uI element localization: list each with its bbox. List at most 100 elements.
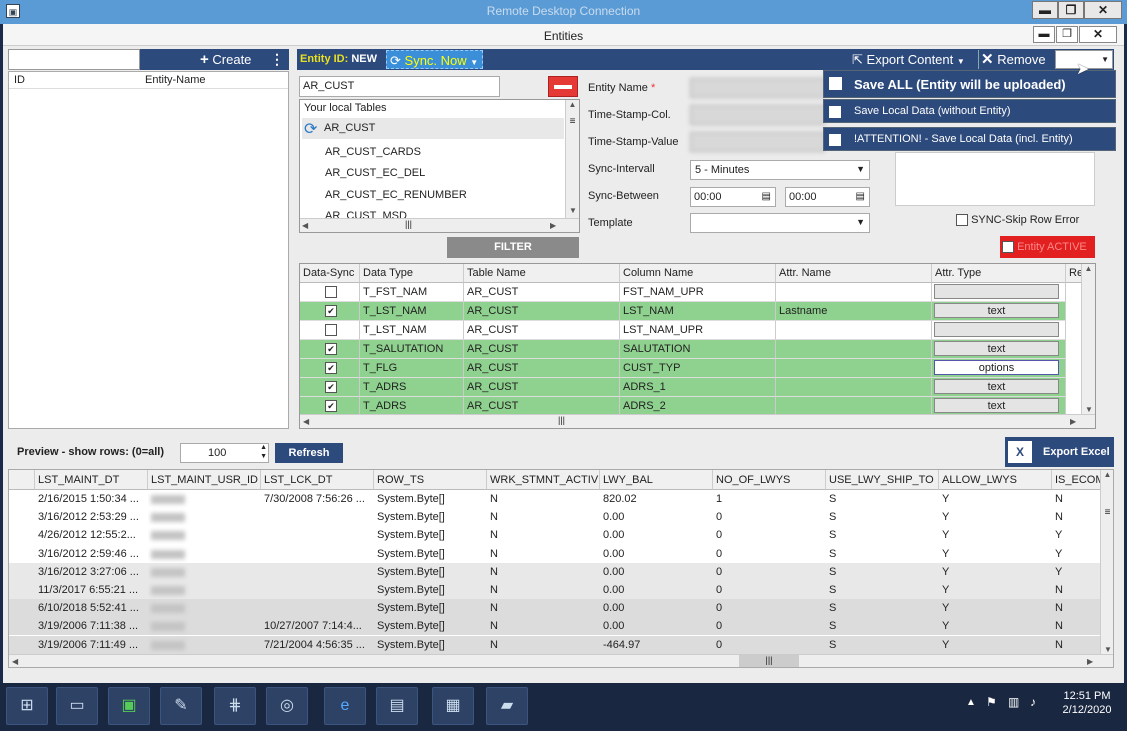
grid-hscroll[interactable]: ◀ ||| ▶ <box>300 414 1095 428</box>
rdp-restore-button[interactable]: ❐ <box>1058 1 1084 19</box>
scroll-up-icon[interactable]: ▲ <box>566 100 579 112</box>
checkbox[interactable] <box>956 214 968 227</box>
col-id[interactable]: ID <box>14 74 25 86</box>
data-sync-checkbox[interactable]: ✔ <box>325 381 337 394</box>
network-icon[interactable]: ⋕ <box>214 687 256 725</box>
tools-icon[interactable]: ✎ <box>160 687 202 725</box>
preview-cell[interactable]: Y <box>939 581 1052 599</box>
flag-icon[interactable]: ⚑ <box>986 695 997 709</box>
table-item[interactable]: ⟳ AR_CUST <box>302 118 564 139</box>
preview-cell[interactable]: N <box>487 617 600 636</box>
local-tables-vscroll[interactable]: ▲ ≡ ▼ <box>565 100 579 218</box>
grid-cell-data-type[interactable]: T_SALUTATION <box>360 340 464 359</box>
scroll-down-icon[interactable]: ▼ <box>1082 405 1095 414</box>
preview-col-header[interactable]: WRK_STMNT_ACTIV <box>487 470 600 490</box>
menu-save-all[interactable]: Save ALL (Entity will be uploaded) <box>823 70 1116 98</box>
grid-checkbox-cell[interactable] <box>300 283 360 302</box>
preview-cell[interactable]: System.Byte[] <box>374 508 487 527</box>
clear-search-button[interactable] <box>548 76 578 97</box>
preview-cell[interactable]: S <box>826 562 939 581</box>
export-content-button[interactable]: ⇱ Export Content ▼ <box>852 50 974 69</box>
table-item[interactable]: AR_CUST_EC_DEL <box>325 167 425 179</box>
local-tables-hscroll[interactable]: ◀ ||| ▶ <box>300 218 579 232</box>
grid-cell-attr-type[interactable]: text <box>932 378 1066 397</box>
sync-from-input[interactable]: 00:00 ▤ <box>690 187 776 207</box>
preview-cell[interactable]: N <box>487 599 600 618</box>
grid-cell-table[interactable]: AR_CUST <box>464 283 620 302</box>
preview-rows-input[interactable]: 100 ▲ ▼ <box>180 443 269 463</box>
preview-cell[interactable]: S <box>826 544 939 563</box>
preview-cell[interactable]: Y <box>939 562 1052 581</box>
preview-cell[interactable] <box>261 508 374 527</box>
preview-col-header[interactable]: IS_ECOM <box>1052 470 1102 490</box>
menu-save-local-entity[interactable]: !ATTENTION! - Save Local Data (incl. Ent… <box>823 127 1116 151</box>
preview-col-header[interactable]: USE_LWY_SHIP_TO <box>826 470 939 490</box>
grid-cell-attr-name[interactable]: Lastname <box>776 302 932 321</box>
grid-col-data-sync[interactable]: Data-Sync <box>300 264 360 283</box>
preview-cell[interactable]: 3/16/2012 2:53:29 ... <box>35 508 148 527</box>
preview-cell[interactable]: 7/21/2004 4:56:35 ... <box>261 635 374 654</box>
grid-cell-attr-type[interactable] <box>932 321 1066 340</box>
attr-type-button[interactable]: text <box>934 341 1059 356</box>
preview-cell[interactable]: 0 <box>713 617 826 636</box>
col-entity-name[interactable]: Entity-Name <box>145 74 206 86</box>
network-tray-icon[interactable]: ▥ <box>1008 695 1019 709</box>
attr-type-button[interactable] <box>934 322 1059 337</box>
grid-col-table-name[interactable]: Table Name <box>464 264 620 283</box>
preview-cell[interactable]: N <box>487 508 600 527</box>
preview-cell[interactable]: S <box>826 617 939 636</box>
preview-cell-blurred[interactable] <box>148 635 261 654</box>
grid-cell-table[interactable]: AR_CUST <box>464 340 620 359</box>
sync-to-input[interactable]: 00:00 ▤ <box>785 187 870 207</box>
preview-cell[interactable]: 2/16/2015 1:50:34 ... <box>35 490 148 508</box>
preview-col-header[interactable]: LWY_BAL <box>600 470 713 490</box>
preview-row-gutter[interactable] <box>9 562 35 581</box>
preview-cell[interactable] <box>261 526 374 545</box>
window-maximize-button[interactable]: ❐ <box>1056 26 1078 43</box>
preview-cell[interactable] <box>261 599 374 618</box>
grid-cell-attr-type[interactable]: options <box>932 359 1066 378</box>
preview-cell[interactable]: 1 <box>713 490 826 508</box>
entity-name-input[interactable] <box>690 78 825 98</box>
data-sync-checkbox[interactable]: ✔ <box>325 400 337 413</box>
preview-cell[interactable]: Y <box>939 617 1052 636</box>
preview-cell[interactable] <box>261 562 374 581</box>
preview-row-gutter[interactable] <box>9 490 35 508</box>
preview-cell-blurred[interactable] <box>148 526 261 545</box>
preview-cell[interactable]: S <box>826 508 939 527</box>
preview-cell[interactable]: System.Byte[] <box>374 635 487 654</box>
grid-vscroll[interactable]: ▲ ▼ <box>1081 264 1095 414</box>
preview-cell[interactable]: Y <box>939 526 1052 545</box>
preview-cell[interactable]: System.Byte[] <box>374 544 487 563</box>
preview-cell[interactable]: 0 <box>713 562 826 581</box>
rdp-close-button[interactable]: ✕ <box>1084 1 1122 19</box>
preview-cell[interactable]: S <box>826 490 939 508</box>
grid-cell-data-type[interactable]: T_FST_NAM <box>360 283 464 302</box>
scroll-right-icon[interactable]: ▶ <box>1070 417 1076 426</box>
grid-cell-data-type[interactable]: T_LST_NAM <box>360 321 464 340</box>
hscroll-thumb[interactable]: ||| <box>739 655 799 667</box>
preview-cell[interactable]: S <box>826 599 939 618</box>
preview-cell[interactable]: 0.00 <box>600 581 713 599</box>
grid-checkbox-cell[interactable] <box>300 321 360 340</box>
preview-cell[interactable]: S <box>826 526 939 545</box>
preview-cell[interactable]: System.Byte[] <box>374 599 487 618</box>
grid-cell-attr-name[interactable] <box>776 283 932 302</box>
grid-checkbox-cell[interactable]: ✔ <box>300 302 360 321</box>
preview-cell[interactable]: N <box>1052 599 1102 618</box>
preview-cell[interactable]: Y <box>1052 544 1102 563</box>
sync-interval-select[interactable]: 5 - Minutes ▼ <box>690 160 870 180</box>
preview-row-gutter[interactable] <box>9 635 35 654</box>
preview-col-header[interactable]: LST_MAINT_USR_ID <box>148 470 261 490</box>
attr-type-button[interactable]: text <box>934 303 1059 318</box>
preview-cell[interactable] <box>261 581 374 599</box>
preview-cell[interactable]: 4/26/2012 12:55:2... <box>35 526 148 545</box>
grid-cell-table[interactable]: AR_CUST <box>464 359 620 378</box>
calendar-icon[interactable]: ▤ <box>856 191 865 202</box>
document-icon[interactable]: ▰ <box>486 687 528 725</box>
preview-cell-blurred[interactable] <box>148 617 261 636</box>
scroll-thumb[interactable]: ≡ <box>1101 507 1113 518</box>
preview-cell[interactable]: Y <box>939 544 1052 563</box>
preview-col-header[interactable]: LST_LCK_DT <box>261 470 374 490</box>
grid-cell-table[interactable]: AR_CUST <box>464 321 620 340</box>
